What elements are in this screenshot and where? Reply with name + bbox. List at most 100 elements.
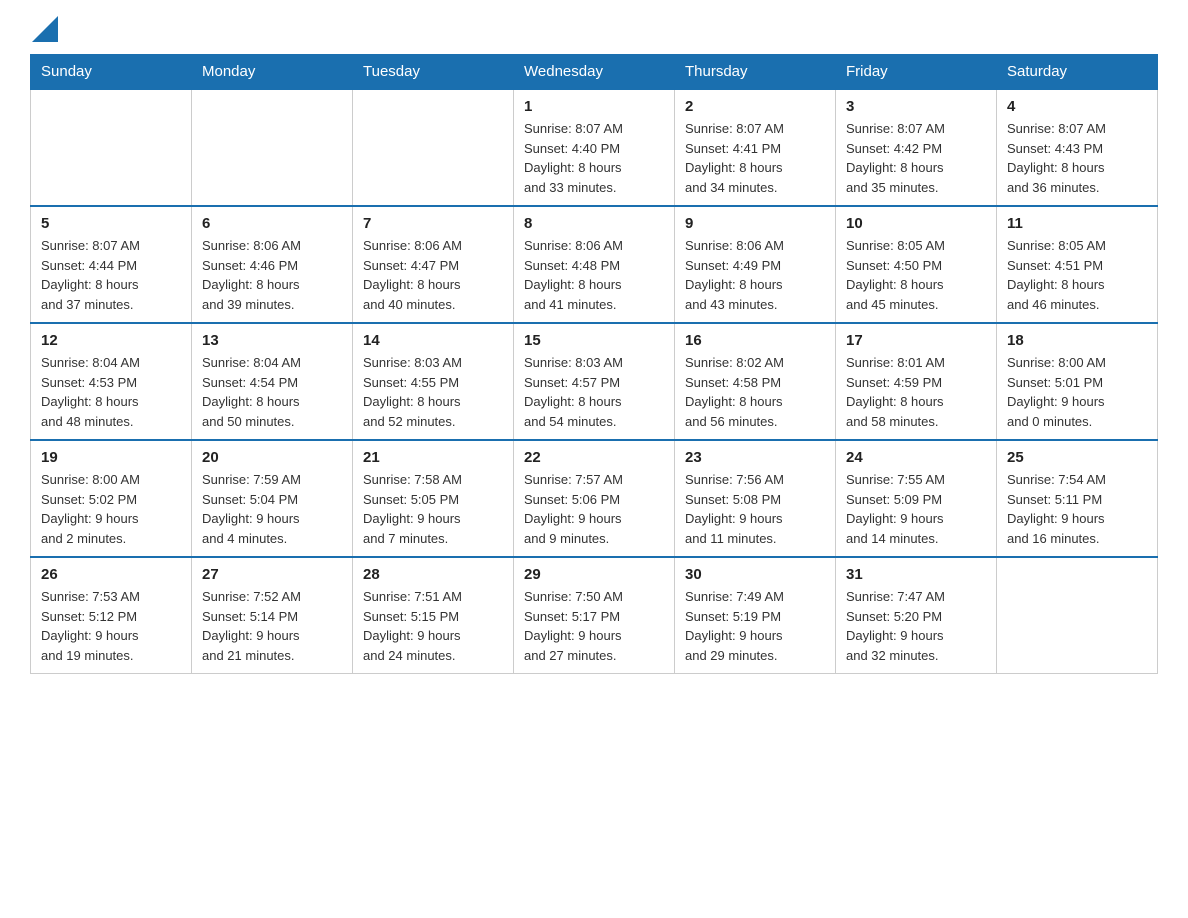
day-info: Sunrise: 8:07 AM Sunset: 4:41 PM Dayligh… bbox=[685, 119, 825, 197]
day-info: Sunrise: 8:04 AM Sunset: 4:54 PM Dayligh… bbox=[202, 353, 342, 431]
day-number: 5 bbox=[41, 215, 181, 232]
day-info: Sunrise: 7:47 AM Sunset: 5:20 PM Dayligh… bbox=[846, 587, 986, 665]
calendar-cell: 18 Sunrise: 8:00 AM Sunset: 5:01 PM Dayli… bbox=[997, 323, 1158, 440]
day-info: Sunrise: 8:06 AM Sunset: 4:47 PM Dayligh… bbox=[363, 236, 503, 314]
calendar-cell: 13 Sunrise: 8:04 AM Sunset: 4:54 PM Dayli… bbox=[192, 323, 353, 440]
calendar-cell: 25Sunrise: 7:54 AM Sunset: 5:11 PM Dayli… bbox=[997, 440, 1158, 557]
day-number: 17 bbox=[846, 332, 986, 349]
day-info: Sunrise: 8:03 AM Sunset: 4:57 PM Dayligh… bbox=[524, 353, 664, 431]
day-number: 2 bbox=[685, 98, 825, 115]
weekday-header-friday: Friday bbox=[836, 55, 997, 90]
day-number: 10 bbox=[846, 215, 986, 232]
day-number: 28 bbox=[363, 566, 503, 583]
calendar-cell: 15 Sunrise: 8:03 AM Sunset: 4:57 PM Dayli… bbox=[514, 323, 675, 440]
day-number: 27 bbox=[202, 566, 342, 583]
calendar-cell: 7 Sunrise: 8:06 AM Sunset: 4:47 PM Daylig… bbox=[353, 206, 514, 323]
day-info: Sunrise: 7:57 AM Sunset: 5:06 PM Dayligh… bbox=[524, 470, 664, 548]
day-info: Sunrise: 8:06 AM Sunset: 4:48 PM Dayligh… bbox=[524, 236, 664, 314]
week-row-4: 19Sunrise: 8:00 AM Sunset: 5:02 PM Dayli… bbox=[31, 440, 1158, 557]
day-info: Sunrise: 7:50 AM Sunset: 5:17 PM Dayligh… bbox=[524, 587, 664, 665]
day-number: 9 bbox=[685, 215, 825, 232]
weekday-header-thursday: Thursday bbox=[675, 55, 836, 90]
day-number: 23 bbox=[685, 449, 825, 466]
day-info: Sunrise: 8:07 AM Sunset: 4:43 PM Dayligh… bbox=[1007, 119, 1147, 197]
week-row-1: 1Sunrise: 8:07 AM Sunset: 4:40 PM Daylig… bbox=[31, 89, 1158, 206]
week-row-2: 5 Sunrise: 8:07 AM Sunset: 4:44 PM Daylig… bbox=[31, 206, 1158, 323]
calendar-cell: 2 Sunrise: 8:07 AM Sunset: 4:41 PM Daylig… bbox=[675, 89, 836, 206]
weekday-header-monday: Monday bbox=[192, 55, 353, 90]
calendar-cell bbox=[353, 89, 514, 206]
calendar-cell: 16Sunrise: 8:02 AM Sunset: 4:58 PM Dayli… bbox=[675, 323, 836, 440]
calendar-cell: 21 Sunrise: 7:58 AM Sunset: 5:05 PM Dayli… bbox=[353, 440, 514, 557]
day-number: 29 bbox=[524, 566, 664, 583]
weekday-header-sunday: Sunday bbox=[31, 55, 192, 90]
day-number: 21 bbox=[363, 449, 503, 466]
day-info: Sunrise: 7:55 AM Sunset: 5:09 PM Dayligh… bbox=[846, 470, 986, 548]
calendar-cell: 26 Sunrise: 7:53 AM Sunset: 5:12 PM Dayli… bbox=[31, 557, 192, 674]
calendar-cell bbox=[997, 557, 1158, 674]
day-number: 8 bbox=[524, 215, 664, 232]
calendar-cell: 22Sunrise: 7:57 AM Sunset: 5:06 PM Dayli… bbox=[514, 440, 675, 557]
calendar-cell: 9 Sunrise: 8:06 AM Sunset: 4:49 PM Daylig… bbox=[675, 206, 836, 323]
day-info: Sunrise: 7:56 AM Sunset: 5:08 PM Dayligh… bbox=[685, 470, 825, 548]
calendar-cell: 23 Sunrise: 7:56 AM Sunset: 5:08 PM Dayli… bbox=[675, 440, 836, 557]
calendar-cell: 17 Sunrise: 8:01 AM Sunset: 4:59 PM Dayli… bbox=[836, 323, 997, 440]
day-info: Sunrise: 7:49 AM Sunset: 5:19 PM Dayligh… bbox=[685, 587, 825, 665]
day-number: 7 bbox=[363, 215, 503, 232]
logo-icon bbox=[32, 16, 58, 42]
day-number: 4 bbox=[1007, 98, 1147, 115]
day-number: 26 bbox=[41, 566, 181, 583]
day-info: Sunrise: 8:05 AM Sunset: 4:51 PM Dayligh… bbox=[1007, 236, 1147, 314]
day-number: 31 bbox=[846, 566, 986, 583]
calendar-cell: 28 Sunrise: 7:51 AM Sunset: 5:15 PM Dayli… bbox=[353, 557, 514, 674]
calendar-cell: 1Sunrise: 8:07 AM Sunset: 4:40 PM Daylig… bbox=[514, 89, 675, 206]
calendar-cell: 5 Sunrise: 8:07 AM Sunset: 4:44 PM Daylig… bbox=[31, 206, 192, 323]
calendar-cell: 6 Sunrise: 8:06 AM Sunset: 4:46 PM Daylig… bbox=[192, 206, 353, 323]
day-number: 13 bbox=[202, 332, 342, 349]
calendar-cell: 4 Sunrise: 8:07 AM Sunset: 4:43 PM Daylig… bbox=[997, 89, 1158, 206]
calendar-cell: 29 Sunrise: 7:50 AM Sunset: 5:17 PM Dayli… bbox=[514, 557, 675, 674]
day-number: 20 bbox=[202, 449, 342, 466]
day-info: Sunrise: 8:04 AM Sunset: 4:53 PM Dayligh… bbox=[41, 353, 181, 431]
weekday-header-tuesday: Tuesday bbox=[353, 55, 514, 90]
day-info: Sunrise: 8:00 AM Sunset: 5:02 PM Dayligh… bbox=[41, 470, 181, 548]
weekday-header-saturday: Saturday bbox=[997, 55, 1158, 90]
calendar-cell: 14Sunrise: 8:03 AM Sunset: 4:55 PM Dayli… bbox=[353, 323, 514, 440]
weekday-header-wednesday: Wednesday bbox=[514, 55, 675, 90]
day-info: Sunrise: 7:53 AM Sunset: 5:12 PM Dayligh… bbox=[41, 587, 181, 665]
day-info: Sunrise: 8:00 AM Sunset: 5:01 PM Dayligh… bbox=[1007, 353, 1147, 431]
day-number: 12 bbox=[41, 332, 181, 349]
calendar-cell bbox=[31, 89, 192, 206]
calendar-cell: 8 Sunrise: 8:06 AM Sunset: 4:48 PM Daylig… bbox=[514, 206, 675, 323]
calendar-cell: 31 Sunrise: 7:47 AM Sunset: 5:20 PM Dayli… bbox=[836, 557, 997, 674]
page-header bbox=[30, 20, 1158, 36]
weekday-header-row: SundayMondayTuesdayWednesdayThursdayFrid… bbox=[31, 55, 1158, 90]
day-info: Sunrise: 7:51 AM Sunset: 5:15 PM Dayligh… bbox=[363, 587, 503, 665]
calendar-cell: 3 Sunrise: 8:07 AM Sunset: 4:42 PM Daylig… bbox=[836, 89, 997, 206]
day-info: Sunrise: 8:01 AM Sunset: 4:59 PM Dayligh… bbox=[846, 353, 986, 431]
day-info: Sunrise: 7:52 AM Sunset: 5:14 PM Dayligh… bbox=[202, 587, 342, 665]
calendar-cell bbox=[192, 89, 353, 206]
calendar-cell: 11 Sunrise: 8:05 AM Sunset: 4:51 PM Dayli… bbox=[997, 206, 1158, 323]
day-number: 30 bbox=[685, 566, 825, 583]
calendar-cell: 24Sunrise: 7:55 AM Sunset: 5:09 PM Dayli… bbox=[836, 440, 997, 557]
day-number: 6 bbox=[202, 215, 342, 232]
day-info: Sunrise: 8:07 AM Sunset: 4:42 PM Dayligh… bbox=[846, 119, 986, 197]
day-number: 16 bbox=[685, 332, 825, 349]
day-info: Sunrise: 8:06 AM Sunset: 4:46 PM Dayligh… bbox=[202, 236, 342, 314]
day-info: Sunrise: 7:59 AM Sunset: 5:04 PM Dayligh… bbox=[202, 470, 342, 548]
calendar-cell: 20 Sunrise: 7:59 AM Sunset: 5:04 PM Dayli… bbox=[192, 440, 353, 557]
day-info: Sunrise: 7:58 AM Sunset: 5:05 PM Dayligh… bbox=[363, 470, 503, 548]
day-info: Sunrise: 8:07 AM Sunset: 4:44 PM Dayligh… bbox=[41, 236, 181, 314]
calendar-cell: 30 Sunrise: 7:49 AM Sunset: 5:19 PM Dayli… bbox=[675, 557, 836, 674]
day-info: Sunrise: 8:06 AM Sunset: 4:49 PM Dayligh… bbox=[685, 236, 825, 314]
day-number: 18 bbox=[1007, 332, 1147, 349]
day-number: 15 bbox=[524, 332, 664, 349]
day-number: 3 bbox=[846, 98, 986, 115]
logo bbox=[30, 20, 58, 36]
day-number: 25 bbox=[1007, 449, 1147, 466]
day-number: 11 bbox=[1007, 215, 1147, 232]
day-info: Sunrise: 8:03 AM Sunset: 4:55 PM Dayligh… bbox=[363, 353, 503, 431]
calendar-cell: 19Sunrise: 8:00 AM Sunset: 5:02 PM Dayli… bbox=[31, 440, 192, 557]
day-info: Sunrise: 8:05 AM Sunset: 4:50 PM Dayligh… bbox=[846, 236, 986, 314]
